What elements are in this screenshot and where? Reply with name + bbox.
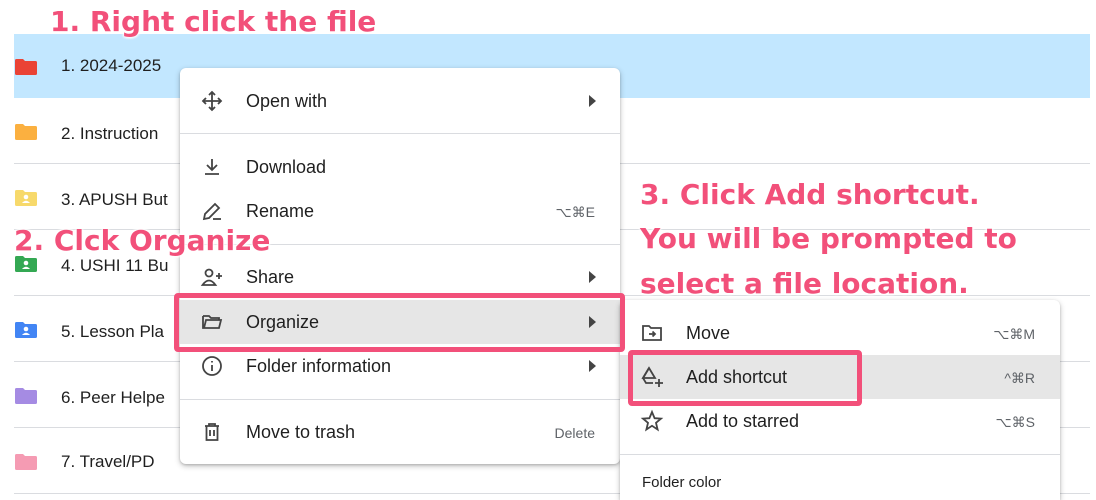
shortcut-hint: ^⌘R <box>1004 370 1035 386</box>
step3-annotation-line3: select a file location. <box>640 267 969 300</box>
submenu-item-move[interactable]: Move ⌥⌘M <box>620 311 1060 355</box>
file-name: 1. 2024-2025 <box>61 56 162 75</box>
menu-divider <box>180 399 620 400</box>
menu-item-open-with[interactable]: Open with <box>180 79 620 123</box>
move-arrows-icon <box>201 90 223 112</box>
shortcut-hint: ⌥⌘M <box>993 326 1035 342</box>
step1-annotation: 1. Right click the file <box>50 5 377 38</box>
folder-color-label: Folder color <box>642 474 722 491</box>
chevron-right-icon <box>589 95 596 107</box>
organize-highlight-box <box>174 293 625 352</box>
shortcut-hint: Delete <box>554 425 595 441</box>
shared-folder-icon <box>15 190 37 206</box>
file-name: 2. Instruction <box>61 124 159 143</box>
step2-annotation: 2. Clck Organize <box>14 224 271 257</box>
add-shortcut-highlight-box <box>628 350 862 406</box>
chevron-right-icon <box>589 360 596 372</box>
menu-divider <box>620 454 1060 455</box>
menu-divider <box>180 133 620 134</box>
chevron-right-icon <box>589 271 596 283</box>
file-name: 6. Peer Helpe <box>61 388 165 407</box>
shortcut-hint: ⌥⌘E <box>555 204 595 220</box>
folder-icon <box>15 388 37 404</box>
shortcut-hint: ⌥⌘S <box>995 414 1035 430</box>
folder-icon <box>15 59 37 75</box>
step3-annotation-line2: You will be prompted to <box>640 222 1017 255</box>
star-icon <box>640 409 664 432</box>
file-name: 7. Travel/PD <box>61 452 155 471</box>
move-to-folder-icon <box>642 325 662 341</box>
menu-item-download[interactable]: Download <box>180 145 620 189</box>
folder-icon <box>15 454 37 470</box>
folder-icon <box>15 124 37 140</box>
step3-annotation-line1: 3. Click Add shortcut. <box>640 178 980 211</box>
shared-folder-icon <box>15 322 37 338</box>
info-icon <box>202 356 222 376</box>
context-menu: Open with Download Rename ⌥⌘E Share Orga… <box>180 68 620 464</box>
file-name: 5. Lesson Pla <box>61 322 165 341</box>
file-name: 3. APUSH But <box>61 190 168 209</box>
trash-icon <box>205 423 219 441</box>
add-person-icon <box>200 268 222 286</box>
menu-item-move-to-trash[interactable]: Move to trash Delete <box>180 410 620 454</box>
download-icon <box>205 159 219 175</box>
